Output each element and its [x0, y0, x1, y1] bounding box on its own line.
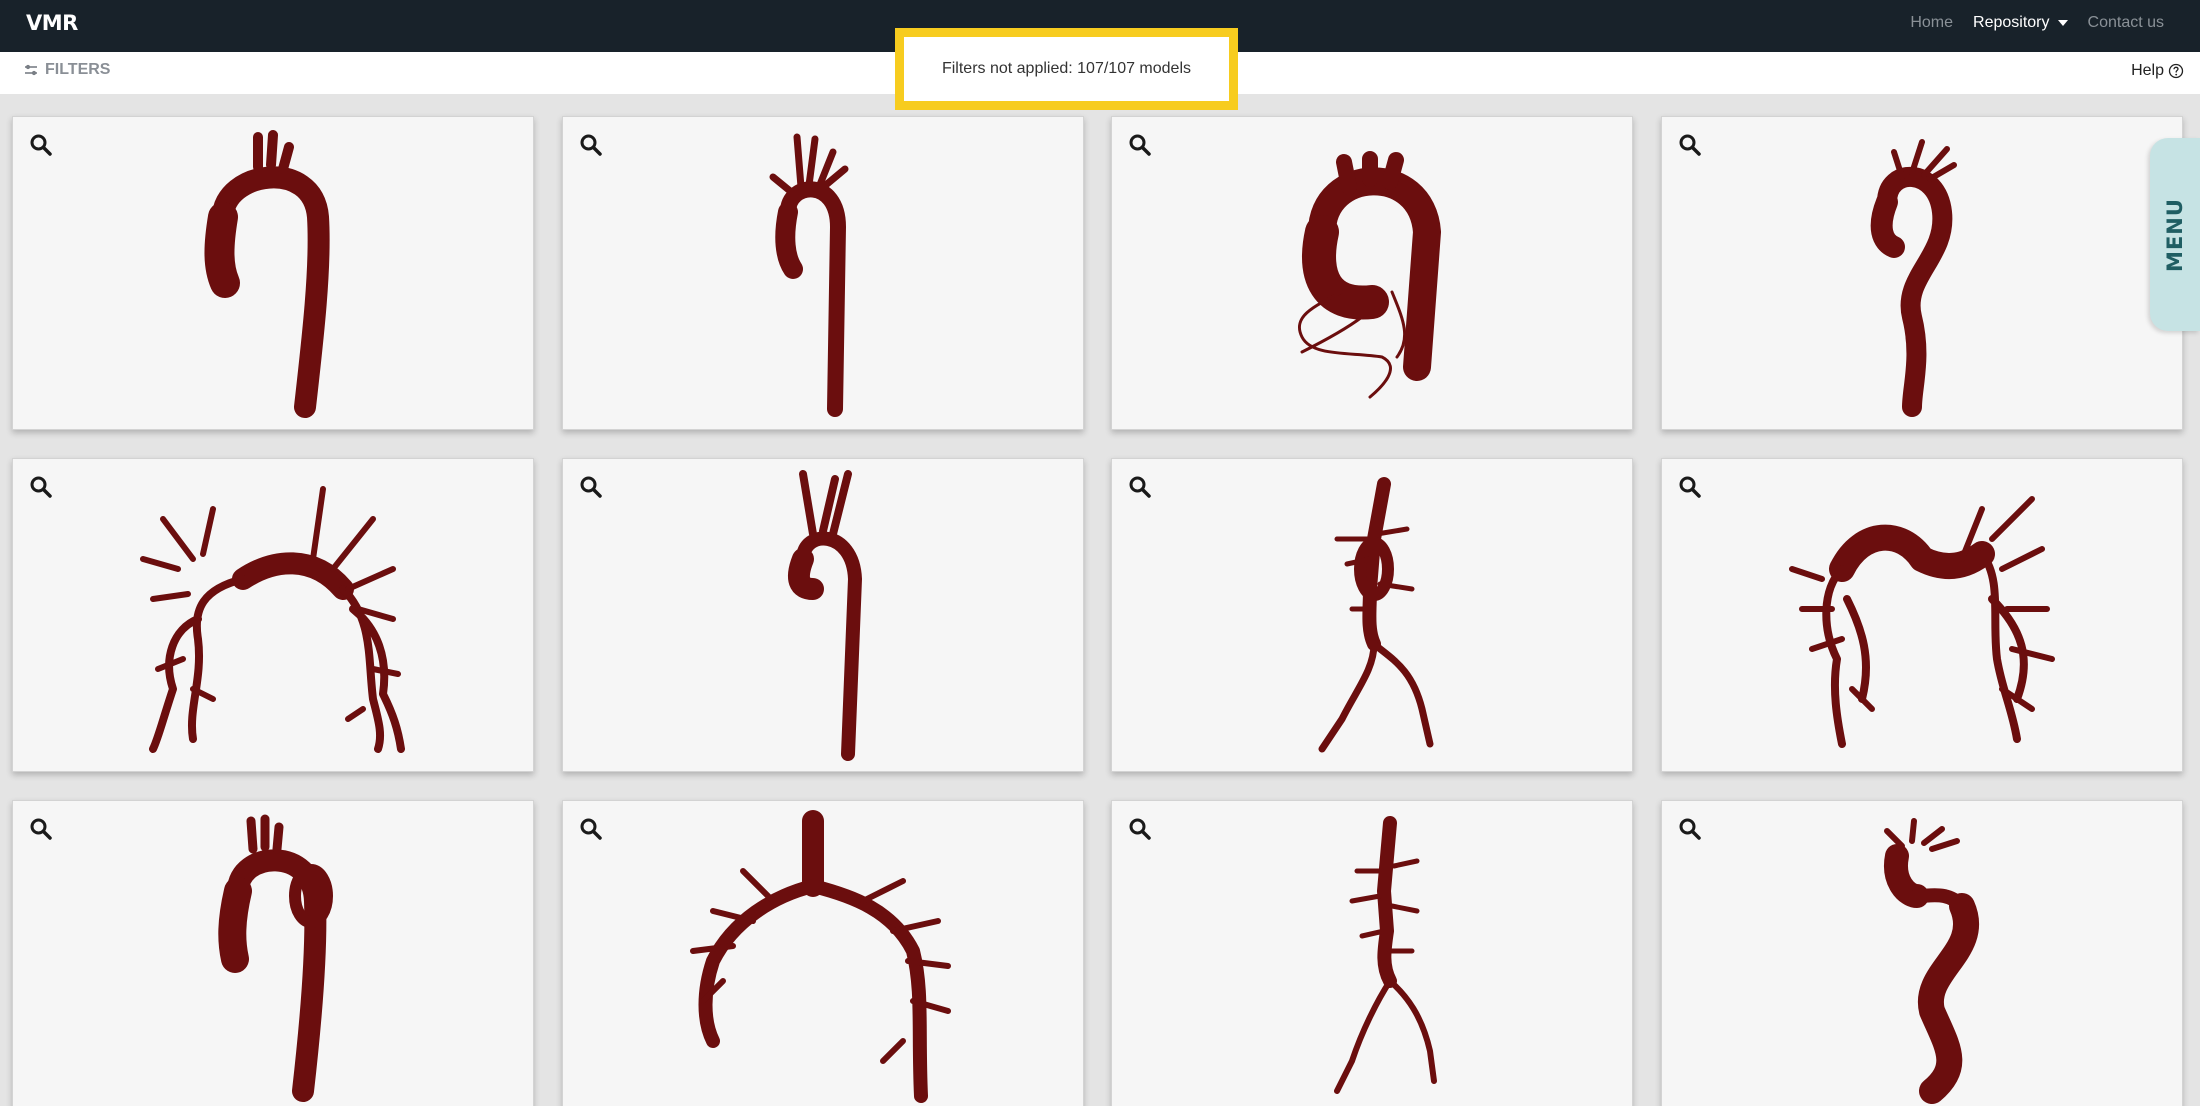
filter-status-text: Filters not applied: 107/107 models	[941, 60, 1192, 77]
model-card[interactable]	[562, 116, 1084, 430]
pulmonary-model-thumbnail	[690, 810, 951, 1103]
abdominal-aorta-thumbnail	[1334, 816, 1437, 1094]
aorta-model-thumbnail	[787, 470, 862, 761]
model-card[interactable]	[562, 458, 1084, 772]
help-label: Help	[2131, 62, 2164, 79]
model-card[interactable]	[1661, 458, 2183, 772]
model-card[interactable]	[12, 800, 534, 1106]
question-circle-icon	[2168, 63, 2184, 79]
abdominal-aorta-thumbnail	[1318, 477, 1434, 753]
model-card[interactable]	[1111, 116, 1633, 430]
model-card[interactable]	[1661, 116, 2183, 430]
pulmonary-model-thumbnail	[140, 486, 405, 753]
nav-repository-label: Repository	[1973, 14, 2050, 31]
help-link[interactable]: Help	[2131, 62, 2184, 80]
sliders-icon	[25, 64, 37, 76]
side-menu-label: MENU	[2163, 197, 2187, 272]
caret-down-icon	[2057, 20, 2068, 26]
brand-logo[interactable]: VMR	[26, 11, 78, 35]
nav-home[interactable]: Home	[1910, 14, 1953, 32]
aorta-model-thumbnail	[769, 133, 849, 417]
nav-repository[interactable]: Repository	[1973, 14, 2068, 32]
aorta-model-thumbnail	[1298, 151, 1441, 399]
filters-button[interactable]: FILTERS	[24, 61, 110, 79]
model-card[interactable]	[1111, 800, 1633, 1106]
model-card[interactable]	[562, 800, 1084, 1106]
aorta-model-thumbnail	[1870, 139, 1957, 417]
aorta-model-thumbnail	[1884, 818, 1980, 1104]
main-nav: Home Repository Contact us	[1910, 14, 2164, 32]
aorta-model-thumbnail	[218, 814, 333, 1102]
pulmonary-model-thumbnail	[1789, 496, 2055, 748]
model-card[interactable]	[12, 116, 534, 430]
nav-contact[interactable]: Contact us	[2088, 14, 2164, 32]
model-card[interactable]	[1661, 800, 2183, 1106]
side-menu-tab[interactable]: MENU	[2150, 138, 2200, 331]
aorta-model-thumbnail	[204, 130, 330, 418]
filter-status-highlight: Filters not applied: 107/107 models	[895, 28, 1238, 110]
model-card[interactable]	[12, 458, 534, 772]
filters-label: FILTERS	[45, 61, 111, 78]
model-card[interactable]	[1111, 458, 1633, 772]
